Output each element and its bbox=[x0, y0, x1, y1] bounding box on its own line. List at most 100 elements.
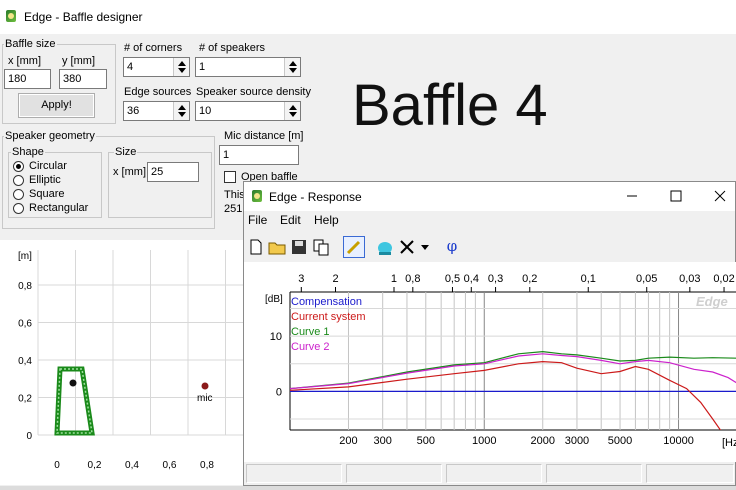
designer-title-bar: Edge - Baffle designer bbox=[0, 0, 736, 34]
chart-top-tick: 0,03 bbox=[679, 273, 700, 285]
spin-down-icon[interactable] bbox=[178, 112, 186, 117]
status-panel-4 bbox=[546, 464, 642, 483]
app-icon bbox=[4, 9, 18, 23]
chart-top-tick: 1 bbox=[391, 273, 397, 285]
density-value: 10 bbox=[199, 105, 212, 117]
mic-distance-input[interactable] bbox=[219, 145, 299, 165]
open-folder-icon[interactable] bbox=[267, 237, 287, 257]
menu-edit[interactable]: Edit bbox=[280, 213, 301, 227]
baffle-y-ticks: 0,8 0,6 0,4 0,2 0 bbox=[18, 281, 32, 442]
minimize-icon[interactable] bbox=[624, 188, 640, 204]
corners-spinner[interactable]: 4 bbox=[123, 57, 190, 77]
speakers-spinner[interactable]: 1 bbox=[195, 57, 301, 77]
speakers-value: 1 bbox=[199, 61, 206, 73]
menu-file[interactable]: File bbox=[248, 213, 267, 227]
chart-top-tick: 0,8 bbox=[405, 273, 420, 285]
info-text-line1: This bbox=[224, 189, 245, 201]
chart-top-tick: 3 bbox=[298, 273, 304, 285]
baffle-ylabel: [m] bbox=[18, 251, 32, 262]
baffle-x-ticks: 0 0,2 0,4 0,6 0,8 bbox=[54, 460, 214, 471]
chart-top-tick: 0,1 bbox=[581, 273, 596, 285]
close-icon[interactable] bbox=[712, 188, 728, 204]
spin-down-icon[interactable] bbox=[178, 68, 186, 73]
baffle-x-tick: 0,6 bbox=[163, 460, 177, 471]
pencil-icon[interactable] bbox=[343, 236, 365, 258]
edge-sources-value: 36 bbox=[127, 105, 140, 117]
status-panel-1 bbox=[246, 464, 342, 483]
baffle-heading: Baffle 4 bbox=[352, 73, 548, 138]
chart-x-tick: 2000 bbox=[530, 435, 554, 447]
baffle-y-label: y [mm] bbox=[62, 55, 95, 67]
size-x-input[interactable] bbox=[147, 162, 199, 182]
shape-elliptic-label[interactable]: Elliptic bbox=[29, 174, 61, 186]
response-window[interactable]: Edge - Response File Edit Help φ 3 2 1 0,8 0… bbox=[243, 181, 736, 486]
shape-square-label[interactable]: Square bbox=[29, 188, 64, 200]
apply-button[interactable]: Apply! bbox=[18, 93, 95, 118]
baffle-size-label: Baffle size bbox=[4, 38, 57, 50]
chart-top-tick: 0,05 bbox=[636, 273, 657, 285]
corners-spin-buttons[interactable] bbox=[173, 58, 189, 76]
baffle-grid bbox=[37, 250, 244, 436]
shape-rectangular-radio[interactable] bbox=[13, 203, 24, 214]
chart-x-tick: 200 bbox=[339, 435, 357, 447]
phi-icon[interactable]: φ bbox=[442, 237, 462, 257]
response-chart[interactable]: 3 2 1 0,8 0,5 0,4 0,3 0,2 0,1 0,05 0,03 0,02 200 300… bbox=[244, 262, 736, 462]
edge-sources-spin-buttons[interactable] bbox=[173, 102, 189, 120]
menu-help[interactable]: Help bbox=[314, 213, 339, 227]
speakers-spin-buttons[interactable] bbox=[284, 58, 300, 76]
bottom-strip bbox=[0, 486, 736, 490]
baffle-y-tick: 0,2 bbox=[18, 394, 32, 405]
spin-up-icon[interactable] bbox=[178, 105, 186, 110]
baffle-x-tick: 0,8 bbox=[200, 460, 214, 471]
chart-top-tick: 0,4 bbox=[464, 273, 479, 285]
color-icon[interactable] bbox=[375, 237, 395, 257]
baffle-outline[interactable] bbox=[54, 366, 95, 436]
copy-icon[interactable] bbox=[311, 237, 331, 257]
baffle-shape[interactable] bbox=[54, 366, 95, 436]
spin-down-icon[interactable] bbox=[289, 112, 297, 117]
chart-xlabel: [Hz] bbox=[722, 437, 736, 449]
dropdown-arrow-icon[interactable] bbox=[419, 237, 431, 257]
density-spinner[interactable]: 10 bbox=[195, 101, 301, 121]
chart-x-tick: 1000 bbox=[472, 435, 496, 447]
baffle-plot-area[interactable]: [m] 0,8 0,6 0,4 0,2 0 0 0,2 0,4 0,6 0,8 mic bbox=[0, 240, 244, 485]
spin-up-icon[interactable] bbox=[289, 61, 297, 66]
edge-sources-spinner[interactable]: 36 bbox=[123, 101, 190, 121]
chart-x-tick: 10000 bbox=[663, 435, 694, 447]
shape-circular-radio[interactable] bbox=[13, 161, 24, 172]
density-spin-buttons[interactable] bbox=[284, 102, 300, 120]
chart-top-tick: 0,2 bbox=[522, 273, 537, 285]
baffle-x-tick: 0 bbox=[54, 460, 60, 471]
edge-sources-label: Edge sources bbox=[124, 86, 192, 98]
speaker-marker[interactable] bbox=[69, 379, 77, 387]
legend-entry: Curve 1 bbox=[291, 326, 330, 338]
spin-up-icon[interactable] bbox=[178, 61, 186, 66]
baffle-y-input[interactable] bbox=[59, 69, 107, 89]
baffle-x-input[interactable] bbox=[4, 69, 51, 89]
spin-down-icon[interactable] bbox=[289, 68, 297, 73]
status-panel-5 bbox=[646, 464, 734, 483]
mic-marker[interactable] bbox=[201, 382, 209, 390]
delete-icon[interactable] bbox=[397, 237, 417, 257]
shape-circular-label[interactable]: Circular bbox=[29, 160, 67, 172]
shape-elliptic-radio[interactable] bbox=[13, 175, 24, 186]
speaker-geometry-label: Speaker geometry bbox=[4, 130, 96, 142]
baffle-y-tick: 0,8 bbox=[18, 281, 32, 292]
info-text-line2: 251 bbox=[224, 203, 243, 215]
corners-label: # of corners bbox=[124, 42, 183, 54]
response-title-bar: Edge - Response bbox=[244, 182, 735, 211]
shape-rectangular-label[interactable]: Rectangular bbox=[29, 202, 88, 214]
shape-label: Shape bbox=[11, 146, 45, 158]
mic-distance-label: Mic distance [m] bbox=[224, 130, 304, 142]
speakers-label: # of speakers bbox=[199, 42, 266, 54]
maximize-icon[interactable] bbox=[668, 188, 684, 204]
spin-up-icon[interactable] bbox=[289, 105, 297, 110]
baffle-plot[interactable]: [m] 0,8 0,6 0,4 0,2 0 0 0,2 0,4 0,6 0,8 mic bbox=[0, 240, 244, 485]
chart-y-tick: 0 bbox=[276, 386, 282, 398]
baffle-y-tick: 0 bbox=[26, 431, 32, 442]
shape-square-radio[interactable] bbox=[13, 189, 24, 200]
save-icon[interactable] bbox=[289, 237, 309, 257]
new-file-icon[interactable] bbox=[246, 237, 266, 257]
chart-top-tick: 0,02 bbox=[713, 273, 734, 285]
open-baffle-checkbox[interactable] bbox=[224, 171, 236, 183]
